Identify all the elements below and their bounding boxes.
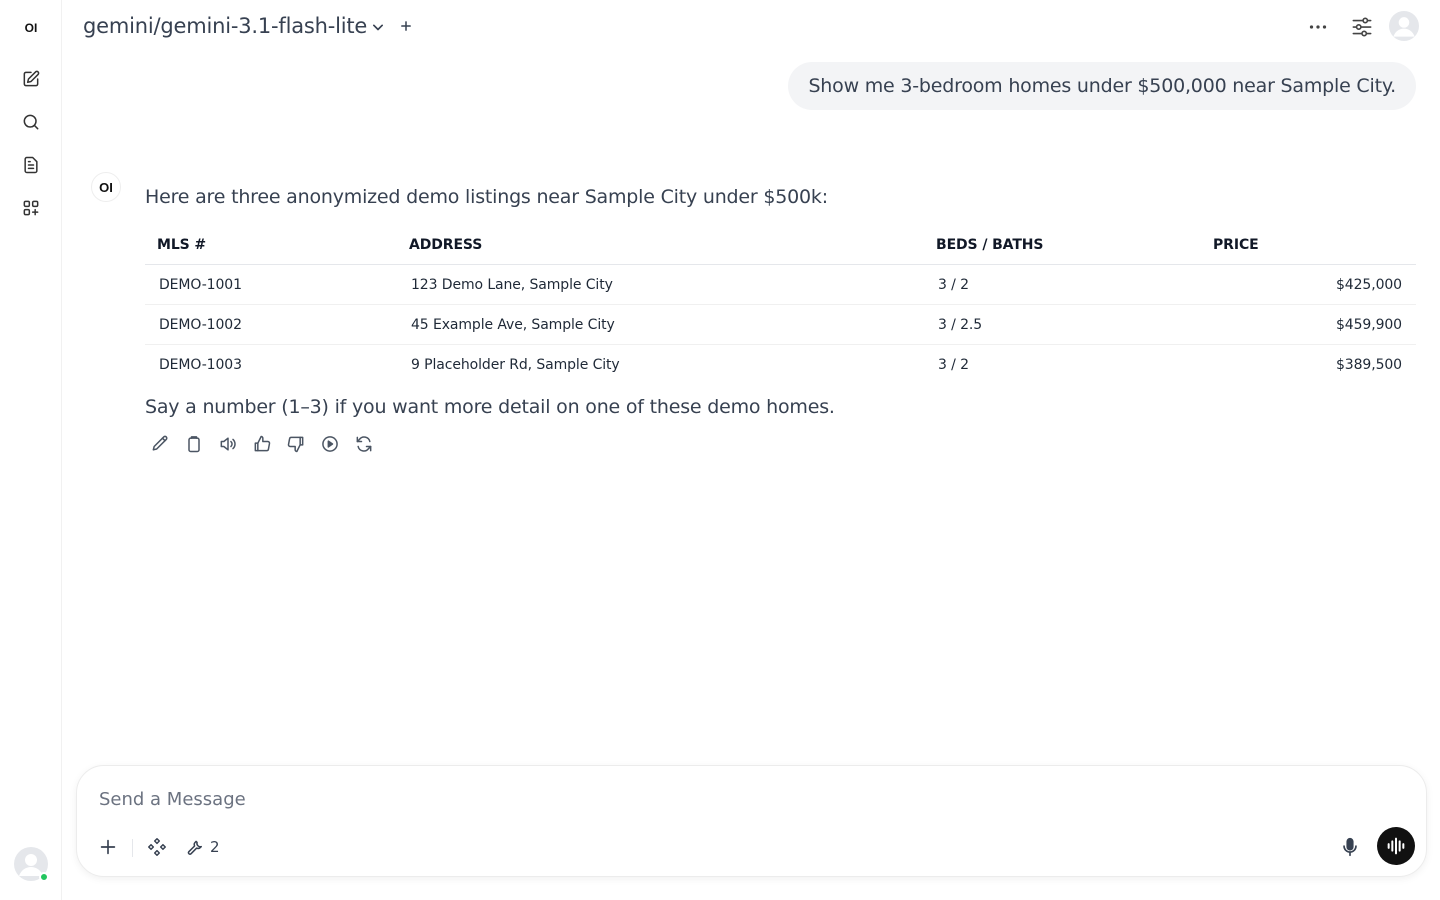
sidebar: OI (0, 0, 62, 900)
online-status-dot (39, 872, 49, 882)
audio-waveform-icon (1387, 837, 1405, 855)
listings-table: MLS # ADDRESS BEDS / BATHS PRICE DEMO-10… (145, 226, 1416, 384)
new-chat-button[interactable] (15, 63, 47, 95)
edit-button[interactable] (150, 434, 170, 454)
thumbs-up-button[interactable] (252, 434, 272, 454)
add-model-button[interactable] (396, 16, 416, 36)
model-selector[interactable]: gemini/gemini-3.1-flash-lite (83, 14, 367, 38)
clipboard-icon (188, 436, 200, 453)
thumbs-down-icon (287, 436, 304, 453)
price-cell: $459,900 (1201, 304, 1416, 345)
pencil-icon (152, 435, 168, 451)
model-dropdown-button[interactable] (368, 17, 388, 37)
address-cell: 45 Example Ave, Sample City (397, 304, 924, 345)
address-cell: 9 Placeholder Rd, Sample City (411, 356, 620, 373)
notes-button[interactable] (15, 149, 47, 181)
mls-cell: DEMO-1003 (159, 356, 242, 373)
refresh-icon (356, 436, 372, 452)
mls-cell: DEMO-1001 (145, 264, 397, 305)
app-logo[interactable]: OI (15, 12, 47, 44)
mls-cell: DEMO-1002 (145, 304, 397, 345)
table-header: ADDRESS (397, 226, 924, 265)
price-cell: $389,500 (1335, 356, 1402, 373)
table-header: PRICE (1201, 226, 1416, 265)
top-user-avatar[interactable] (1389, 11, 1419, 41)
integrations-button[interactable] (146, 836, 168, 858)
microphone-icon (1343, 837, 1357, 857)
wrench-icon (187, 840, 202, 855)
beds-baths-cell: 3 / 2.5 (924, 304, 1201, 345)
table-header-row: MLS # ADDRESS BEDS / BATHS PRICE (145, 226, 1416, 265)
table-header: BEDS / BATHS (924, 226, 1201, 265)
workspace-button[interactable] (15, 192, 47, 224)
table-row: DEMO-1001 123 Demo Lane, Sample City 3 /… (145, 264, 1416, 305)
regenerate-button[interactable] (354, 434, 374, 454)
plus-icon (100, 839, 116, 855)
chevron-down-icon (373, 24, 383, 31)
message-input[interactable] (97, 784, 1301, 814)
table-row: DEMO-1002 45 Example Ave, Sample City 3 … (145, 304, 1416, 345)
sliders-icon (1352, 17, 1372, 37)
user-avatar-icon (1389, 11, 1419, 41)
chat-controls-button[interactable] (1349, 14, 1375, 40)
new-chat-icon (23, 70, 40, 87)
toolbar-divider (132, 839, 133, 857)
attach-button[interactable] (97, 836, 119, 858)
more-options-button[interactable] (1305, 14, 1331, 40)
top-bar: gemini/gemini-3.1-flash-lite (62, 0, 1440, 54)
message-actions (150, 434, 374, 454)
search-icon (23, 114, 39, 130)
user-message: Show me 3-bedroom homes under $500,000 n… (788, 62, 1416, 110)
copy-button[interactable] (184, 434, 204, 454)
table-row: DEMO-1003 9 Placeholder Rd, Sample City … (145, 345, 1416, 385)
thumbs-down-button[interactable] (286, 434, 306, 454)
ellipsis-icon (1309, 25, 1327, 29)
tools-button[interactable]: 2 (185, 836, 220, 858)
assistant-avatar: OI (91, 172, 121, 202)
plus-icon (401, 21, 411, 31)
dictate-button[interactable] (1339, 835, 1361, 859)
notes-icon (24, 156, 38, 174)
voice-mode-button[interactable] (1377, 827, 1415, 865)
play-circle-icon (322, 436, 338, 452)
price-cell: $425,000 (1201, 264, 1416, 305)
continue-response-button[interactable] (320, 434, 340, 454)
search-button[interactable] (15, 106, 47, 138)
beds-baths-cell: 3 / 2 (924, 264, 1201, 305)
assistant-intro-text: Here are three anonymized demo listings … (145, 186, 828, 208)
message-composer: 2 (76, 765, 1427, 877)
workspace-icon (23, 200, 39, 216)
beds-baths-cell: 3 / 2 (938, 356, 969, 373)
tools-count: 2 (210, 838, 220, 856)
read-aloud-button[interactable] (218, 434, 238, 454)
table-header: MLS # (145, 226, 397, 265)
thumbs-up-icon (254, 435, 271, 452)
assistant-outro-text: Say a number (1–3) if you want more deta… (145, 396, 835, 418)
address-cell: 123 Demo Lane, Sample City (397, 264, 924, 305)
integrations-icon (148, 838, 166, 856)
speaker-icon (220, 437, 236, 451)
